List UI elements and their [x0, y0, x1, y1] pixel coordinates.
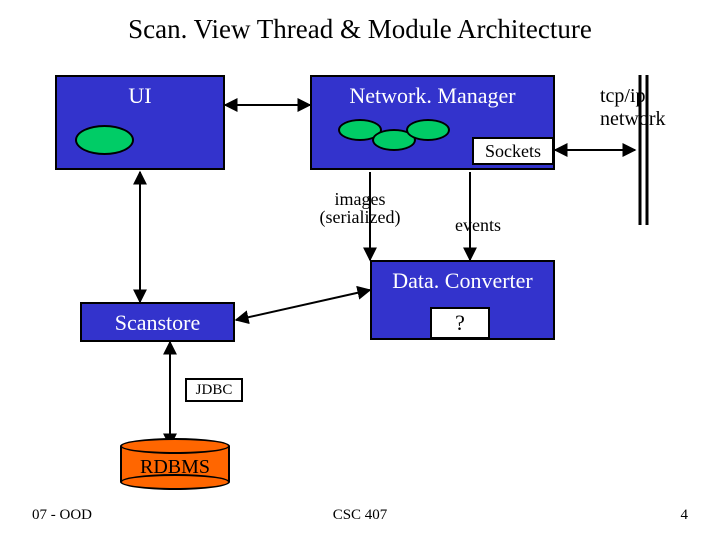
page-title: Scan. View Thread & Module Architecture — [0, 14, 720, 45]
datastore-rdbms: RDBMS — [120, 438, 230, 490]
edge-label-events: events — [455, 215, 501, 236]
tcpip-label-line1: tcp/ip — [600, 85, 710, 108]
module-scanstore: Scanstore — [80, 302, 235, 342]
submodule-jdbc: JDBC — [185, 378, 243, 402]
datastore-rdbms-label: RDBMS — [120, 456, 230, 479]
submodule-sockets: Sockets — [472, 137, 554, 165]
thread-icon — [75, 125, 134, 155]
submodule-sockets-label: Sockets — [485, 141, 541, 161]
submodule-question: ? — [430, 307, 490, 339]
module-network-manager-label: Network. Manager — [312, 83, 553, 109]
footer-center: CSC 407 — [0, 507, 720, 524]
thread-icon — [406, 119, 450, 141]
module-ui-label: UI — [57, 83, 223, 109]
module-scanstore-label: Scanstore — [82, 310, 233, 336]
module-network-manager: Network. Manager Sockets — [310, 75, 555, 170]
submodule-jdbc-label: JDBC — [196, 382, 233, 398]
module-data-converter-label: Data. Converter — [372, 268, 553, 294]
tcpip-label-line2: network — [600, 108, 710, 131]
edge-label-images-line1: images — [310, 190, 410, 208]
tcpip-label: tcp/ip network — [600, 85, 710, 131]
module-ui: UI — [55, 75, 225, 170]
edge-label-images-line2: (serialized) — [310, 208, 410, 226]
footer-right: 4 — [681, 507, 689, 524]
edge-label-images: images (serialized) — [310, 190, 410, 226]
submodule-question-label: ? — [455, 310, 465, 335]
